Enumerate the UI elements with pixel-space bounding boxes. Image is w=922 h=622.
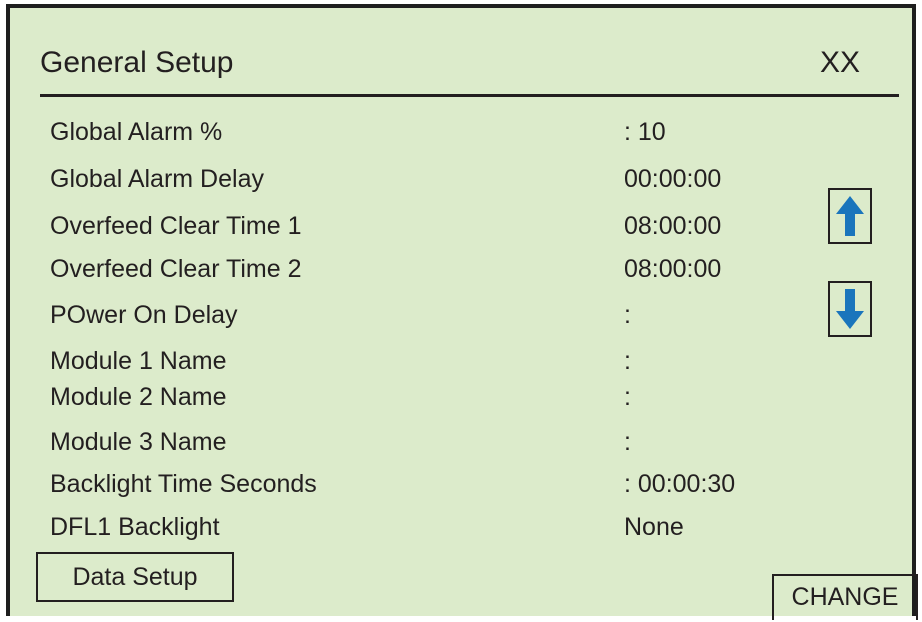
setting-row-global-alarm-delay[interactable]: Global Alarm Delay 00:00:00 [50, 159, 810, 199]
arrow-down-icon [836, 289, 864, 329]
setting-row-overfeed-clear-time-2[interactable]: Overfeed Clear Time 2 08:00:00 [50, 249, 810, 289]
setting-value: : [624, 428, 631, 456]
setting-row-module-1-name[interactable]: Module 1 Name : [50, 341, 810, 381]
title-divider [40, 94, 899, 97]
setting-value: 08:00:00 [624, 255, 722, 283]
setting-value: : [624, 301, 631, 329]
setting-value: None [624, 513, 684, 541]
arrow-up-icon [836, 196, 864, 236]
setting-row-module-2-name[interactable]: Module 2 Name : [50, 377, 810, 417]
setting-label: Overfeed Clear Time 2 [50, 255, 302, 283]
setting-label: Module 3 Name [50, 428, 227, 456]
scroll-up-button[interactable] [828, 188, 872, 244]
setting-label: POwer On Delay [50, 301, 238, 329]
setting-label: Global Alarm % [50, 118, 223, 146]
setting-row-backlight-time-seconds[interactable]: Backlight Time Seconds : 00:00:30 [50, 464, 810, 504]
setting-value: : 10 [624, 118, 666, 146]
setting-label: Module 2 Name [50, 383, 227, 411]
setting-label: DFL1 Backlight [50, 513, 220, 541]
setting-value: : 00:00:30 [624, 470, 736, 498]
setting-row-power-on-delay[interactable]: POwer On Delay : [50, 295, 810, 335]
setting-value: 00:00:00 [624, 165, 722, 193]
setting-label: Overfeed Clear Time 1 [50, 212, 302, 240]
setting-label: Backlight Time Seconds [50, 470, 317, 498]
data-setup-button[interactable]: Data Setup [36, 552, 234, 602]
setting-row-module-3-name[interactable]: Module 3 Name : [50, 422, 810, 462]
setting-value: 08:00:00 [624, 212, 722, 240]
scroll-down-button[interactable] [828, 281, 872, 337]
setting-row-global-alarm-percent[interactable]: Global Alarm % : 10 [50, 112, 810, 152]
setting-label: Module 1 Name [50, 347, 227, 375]
screen-code: XX [819, 46, 860, 79]
setup-screen: General Setup XX Global Alarm % : 10 Glo… [6, 4, 918, 620]
page-title: General Setup [40, 46, 234, 79]
setting-value: : [624, 347, 631, 375]
setting-row-overfeed-clear-time-1[interactable]: Overfeed Clear Time 1 08:00:00 [50, 206, 810, 246]
setting-label: Global Alarm Delay [50, 165, 264, 193]
change-button[interactable]: CHANGE [772, 574, 918, 620]
setting-row-dfl1-backlight[interactable]: DFL1 Backlight None [50, 507, 810, 547]
setting-value: : [624, 383, 631, 411]
